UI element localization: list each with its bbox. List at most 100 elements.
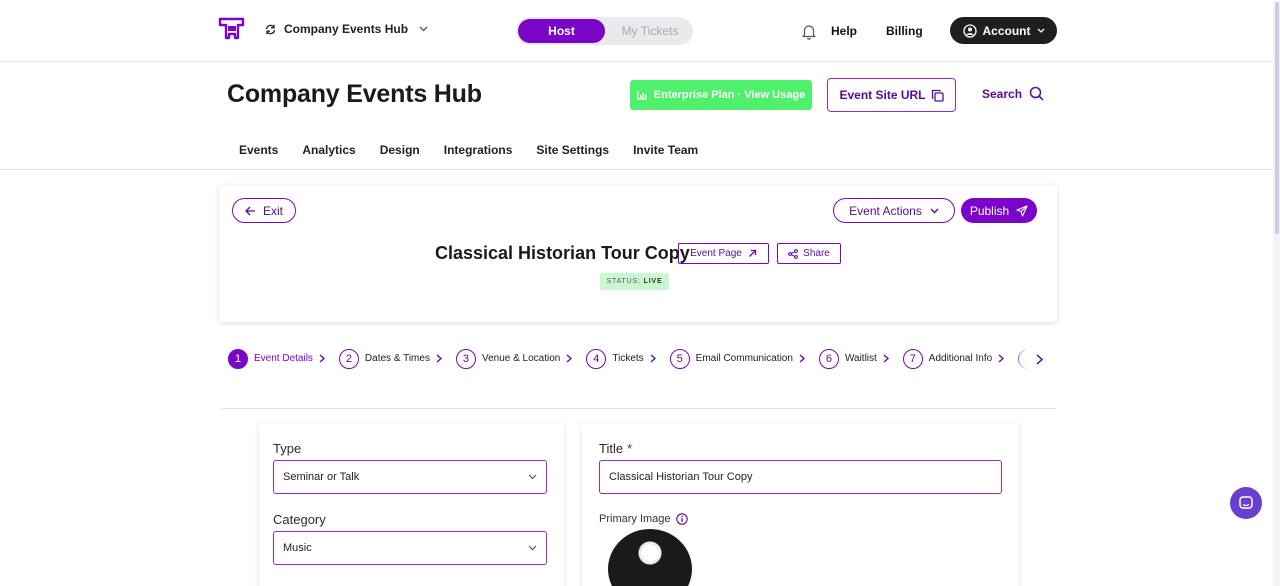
- share-button[interactable]: Share: [777, 243, 841, 264]
- step-number: 4: [586, 348, 607, 369]
- type-label: Type: [273, 441, 302, 456]
- chat-support-button[interactable]: [1230, 487, 1262, 519]
- main-nav: Events Analytics Design Integrations Sit…: [239, 143, 722, 157]
- step-number: 6: [818, 348, 839, 369]
- primary-image-thumbnail[interactable]: [608, 529, 692, 586]
- event-page-button[interactable]: Event Page: [678, 243, 769, 264]
- send-icon: [1016, 204, 1028, 217]
- enterprise-plan-label: Enterprise Plan · View Usage: [653, 89, 806, 101]
- search-icon: [1029, 86, 1044, 101]
- title-label-text: Title: [599, 441, 624, 456]
- stepper-divider: [222, 408, 1056, 409]
- step-tickets[interactable]: 4 Tickets: [586, 348, 656, 369]
- primary-image-label: Primary Image: [599, 513, 688, 525]
- step-label: Waitlist: [844, 353, 877, 364]
- bell-icon[interactable]: [801, 23, 817, 40]
- step-number: 5: [669, 348, 690, 369]
- share-icon: [788, 248, 799, 259]
- switch-icon: [265, 24, 276, 34]
- account-button[interactable]: Account: [950, 17, 1057, 44]
- chevron-right-icon: [650, 354, 656, 363]
- tab-analytics[interactable]: Analytics: [302, 143, 355, 157]
- status-label: STATUS:: [606, 278, 641, 285]
- chevron-right-icon: [883, 354, 889, 363]
- top-bar: Company Events Hub Host My Tickets Help …: [0, 0, 1280, 62]
- chevron-right-icon: [436, 354, 442, 363]
- step-label: Venue & Location: [481, 353, 561, 364]
- step-event-details[interactable]: 1 Event Details: [228, 348, 325, 369]
- workspace-name: Company Events Hub: [284, 22, 409, 36]
- share-label: Share: [803, 248, 830, 259]
- billing-link[interactable]: Billing: [886, 24, 923, 38]
- toggle-host[interactable]: Host: [518, 19, 605, 43]
- step-label: Dates & Times: [364, 353, 430, 364]
- title-input[interactable]: Classical Historian Tour Copy: [599, 460, 1002, 494]
- status-value: LIVE: [643, 278, 663, 285]
- event-site-url-button[interactable]: Event Site URL: [827, 78, 956, 112]
- step-label: Tickets: [612, 353, 644, 364]
- info-icon[interactable]: [675, 513, 688, 525]
- publish-button[interactable]: Publish: [961, 198, 1037, 223]
- category-value: Music: [283, 542, 312, 554]
- scrollbar-thumb[interactable]: [1275, 2, 1279, 234]
- arrow-left-icon: [245, 206, 255, 215]
- chevron-right-icon: [799, 354, 805, 363]
- publish-label: Publish: [969, 203, 1010, 218]
- workspace-switcher[interactable]: Company Events Hub: [264, 22, 428, 36]
- title-input-value: Classical Historian Tour Copy: [609, 471, 753, 483]
- details-panel-right: Title * Classical Historian Tour Copy Pri…: [582, 424, 1019, 586]
- account-label: Account: [982, 23, 1031, 38]
- details-panel-left: Type Seminar or Talk Category Music: [259, 424, 564, 586]
- step-label: Additional Info: [928, 353, 993, 364]
- exit-button[interactable]: Exit: [232, 198, 296, 223]
- type-select[interactable]: Seminar or Talk: [273, 460, 547, 494]
- step-label: Email Communication: [695, 353, 793, 364]
- step-dates-times[interactable]: 2 Dates & Times: [338, 348, 442, 369]
- event-page-label: Event Page: [690, 248, 742, 259]
- category-select[interactable]: Music: [273, 531, 547, 565]
- event-title: Classical Historian Tour Copy: [435, 243, 690, 263]
- tab-invite-team[interactable]: Invite Team: [633, 143, 698, 157]
- primary-image-label-text: Primary Image: [599, 513, 671, 525]
- step-additional-info[interactable]: 7 Additional Info: [902, 348, 1005, 369]
- step-number: 1: [228, 348, 248, 369]
- help-link[interactable]: Help: [831, 24, 857, 38]
- event-steps: 1 Event Details 2 Dates & Times 3 Venue …: [228, 348, 1028, 369]
- required-marker: *: [627, 441, 633, 456]
- toggle-my-tickets[interactable]: My Tickets: [609, 19, 691, 43]
- tab-site-settings[interactable]: Site Settings: [536, 143, 609, 157]
- step-label: Event Details: [254, 353, 313, 364]
- chevron-right-icon: [1035, 353, 1043, 365]
- page-title: Company Events Hub: [227, 80, 482, 108]
- type-value: Seminar or Talk: [283, 471, 360, 483]
- event-site-url-label: Event Site URL: [839, 88, 926, 102]
- exit-label: Exit: [262, 203, 283, 218]
- external-link-icon: [748, 249, 757, 257]
- bar-chart-icon: [637, 91, 647, 100]
- logo-icon[interactable]: [218, 16, 246, 42]
- search-button[interactable]: Search: [982, 86, 1044, 101]
- enterprise-plan-button[interactable]: Enterprise Plan · View Usage: [630, 80, 812, 110]
- category-label: Category: [273, 512, 326, 527]
- status-badge: STATUS: LIVE: [600, 273, 669, 290]
- chevron-right-icon: [319, 354, 325, 363]
- event-header-card: Exit Event Actions Publish Classical His…: [219, 186, 1057, 322]
- step-venue-location[interactable]: 3 Venue & Location: [455, 348, 573, 369]
- chevron-down-icon: [528, 545, 537, 551]
- chevron-down-icon: [528, 474, 537, 480]
- stepper-scroll-right-button[interactable]: [1026, 344, 1052, 374]
- chevron-down-icon: [1037, 28, 1044, 33]
- chevron-right-icon: [998, 354, 1005, 363]
- user-circle-icon: [962, 23, 977, 38]
- chat-icon: [1239, 496, 1253, 509]
- step-waitlist[interactable]: 6 Waitlist: [818, 348, 889, 369]
- step-email-communication[interactable]: 5 Email Communication: [669, 348, 805, 369]
- tab-integrations[interactable]: Integrations: [444, 143, 513, 157]
- event-actions-label: Event Actions: [849, 203, 922, 218]
- title-label: Title *: [599, 441, 632, 456]
- chevron-down-icon: [930, 208, 939, 213]
- event-actions-button[interactable]: Event Actions: [833, 198, 955, 223]
- chevron-right-icon: [566, 354, 573, 363]
- tab-events[interactable]: Events: [239, 143, 278, 157]
- tab-design[interactable]: Design: [380, 143, 420, 157]
